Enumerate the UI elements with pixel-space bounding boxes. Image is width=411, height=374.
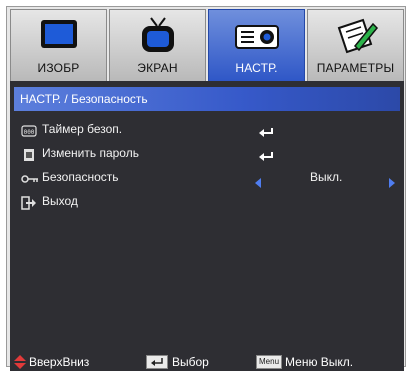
up-down-arrow-icon <box>14 355 26 369</box>
menu-item-exit[interactable]: Выход <box>10 189 404 213</box>
tab-image-label: ИЗОБР <box>37 61 80 75</box>
menu-item-label: Изменить пароль <box>42 146 139 160</box>
svg-text:000: 000 <box>24 129 35 136</box>
select-hint: Выбор <box>146 353 209 371</box>
menu-item-label: Безопасность <box>42 170 119 184</box>
security-value: Выкл. <box>310 170 343 184</box>
tab-setup[interactable]: НАСТР. <box>208 9 305 81</box>
keypad-icon <box>21 146 37 161</box>
enter-key-icon <box>146 355 168 369</box>
menu-list: 000 Таймер безоп. Изменить пароль Безопа… <box>10 117 404 213</box>
tab-bar: ИЗОБР ЭКРАН НАСТР. ПАРАМЕТРЫ <box>10 9 404 81</box>
menu-item-change-password[interactable]: Изменить пароль <box>10 141 404 165</box>
menu-item-label: Выход <box>42 194 78 208</box>
nav-hint-label: ВверхВниз <box>29 355 90 369</box>
tab-screen[interactable]: ЭКРАН <box>109 9 206 81</box>
pencil-note-icon <box>326 16 386 56</box>
timer-icon: 000 <box>21 122 37 137</box>
monitor-icon <box>29 16 89 56</box>
footer-hints: ВверхВниз Выбор Menu Меню Выкл. <box>10 353 404 371</box>
select-hint-label: Выбор <box>172 355 209 369</box>
breadcrumb: НАСТР. / Безопасность <box>14 87 400 111</box>
projector-icon <box>227 16 287 56</box>
exit-icon <box>21 194 37 210</box>
tab-image[interactable]: ИЗОБР <box>10 9 107 81</box>
tab-setup-label: НАСТР. <box>235 61 278 75</box>
menu-item-security[interactable]: Безопасность Выкл. <box>10 165 404 189</box>
menu-key-icon: Menu <box>256 355 283 369</box>
key-icon <box>21 170 38 184</box>
menu-panel: НАСТР. / Безопасность 000 Таймер безоп. <box>10 81 404 353</box>
menu-item-label: Таймер безоп. <box>42 122 123 136</box>
tv-icon <box>128 16 188 56</box>
menu-hint-label: Меню Выкл. <box>285 355 354 369</box>
tab-options-label: ПАРАМЕТРЫ <box>316 61 395 75</box>
menu-item-security-timer[interactable]: 000 Таймер безоп. <box>10 117 404 141</box>
nav-hint: ВверхВниз <box>14 353 89 371</box>
enter-icon <box>258 147 274 161</box>
tab-options[interactable]: ПАРАМЕТРЫ <box>307 9 404 81</box>
menu-hint: Menu Меню Выкл. <box>256 353 353 371</box>
enter-icon <box>258 123 274 137</box>
tab-screen-label: ЭКРАН <box>137 61 178 75</box>
